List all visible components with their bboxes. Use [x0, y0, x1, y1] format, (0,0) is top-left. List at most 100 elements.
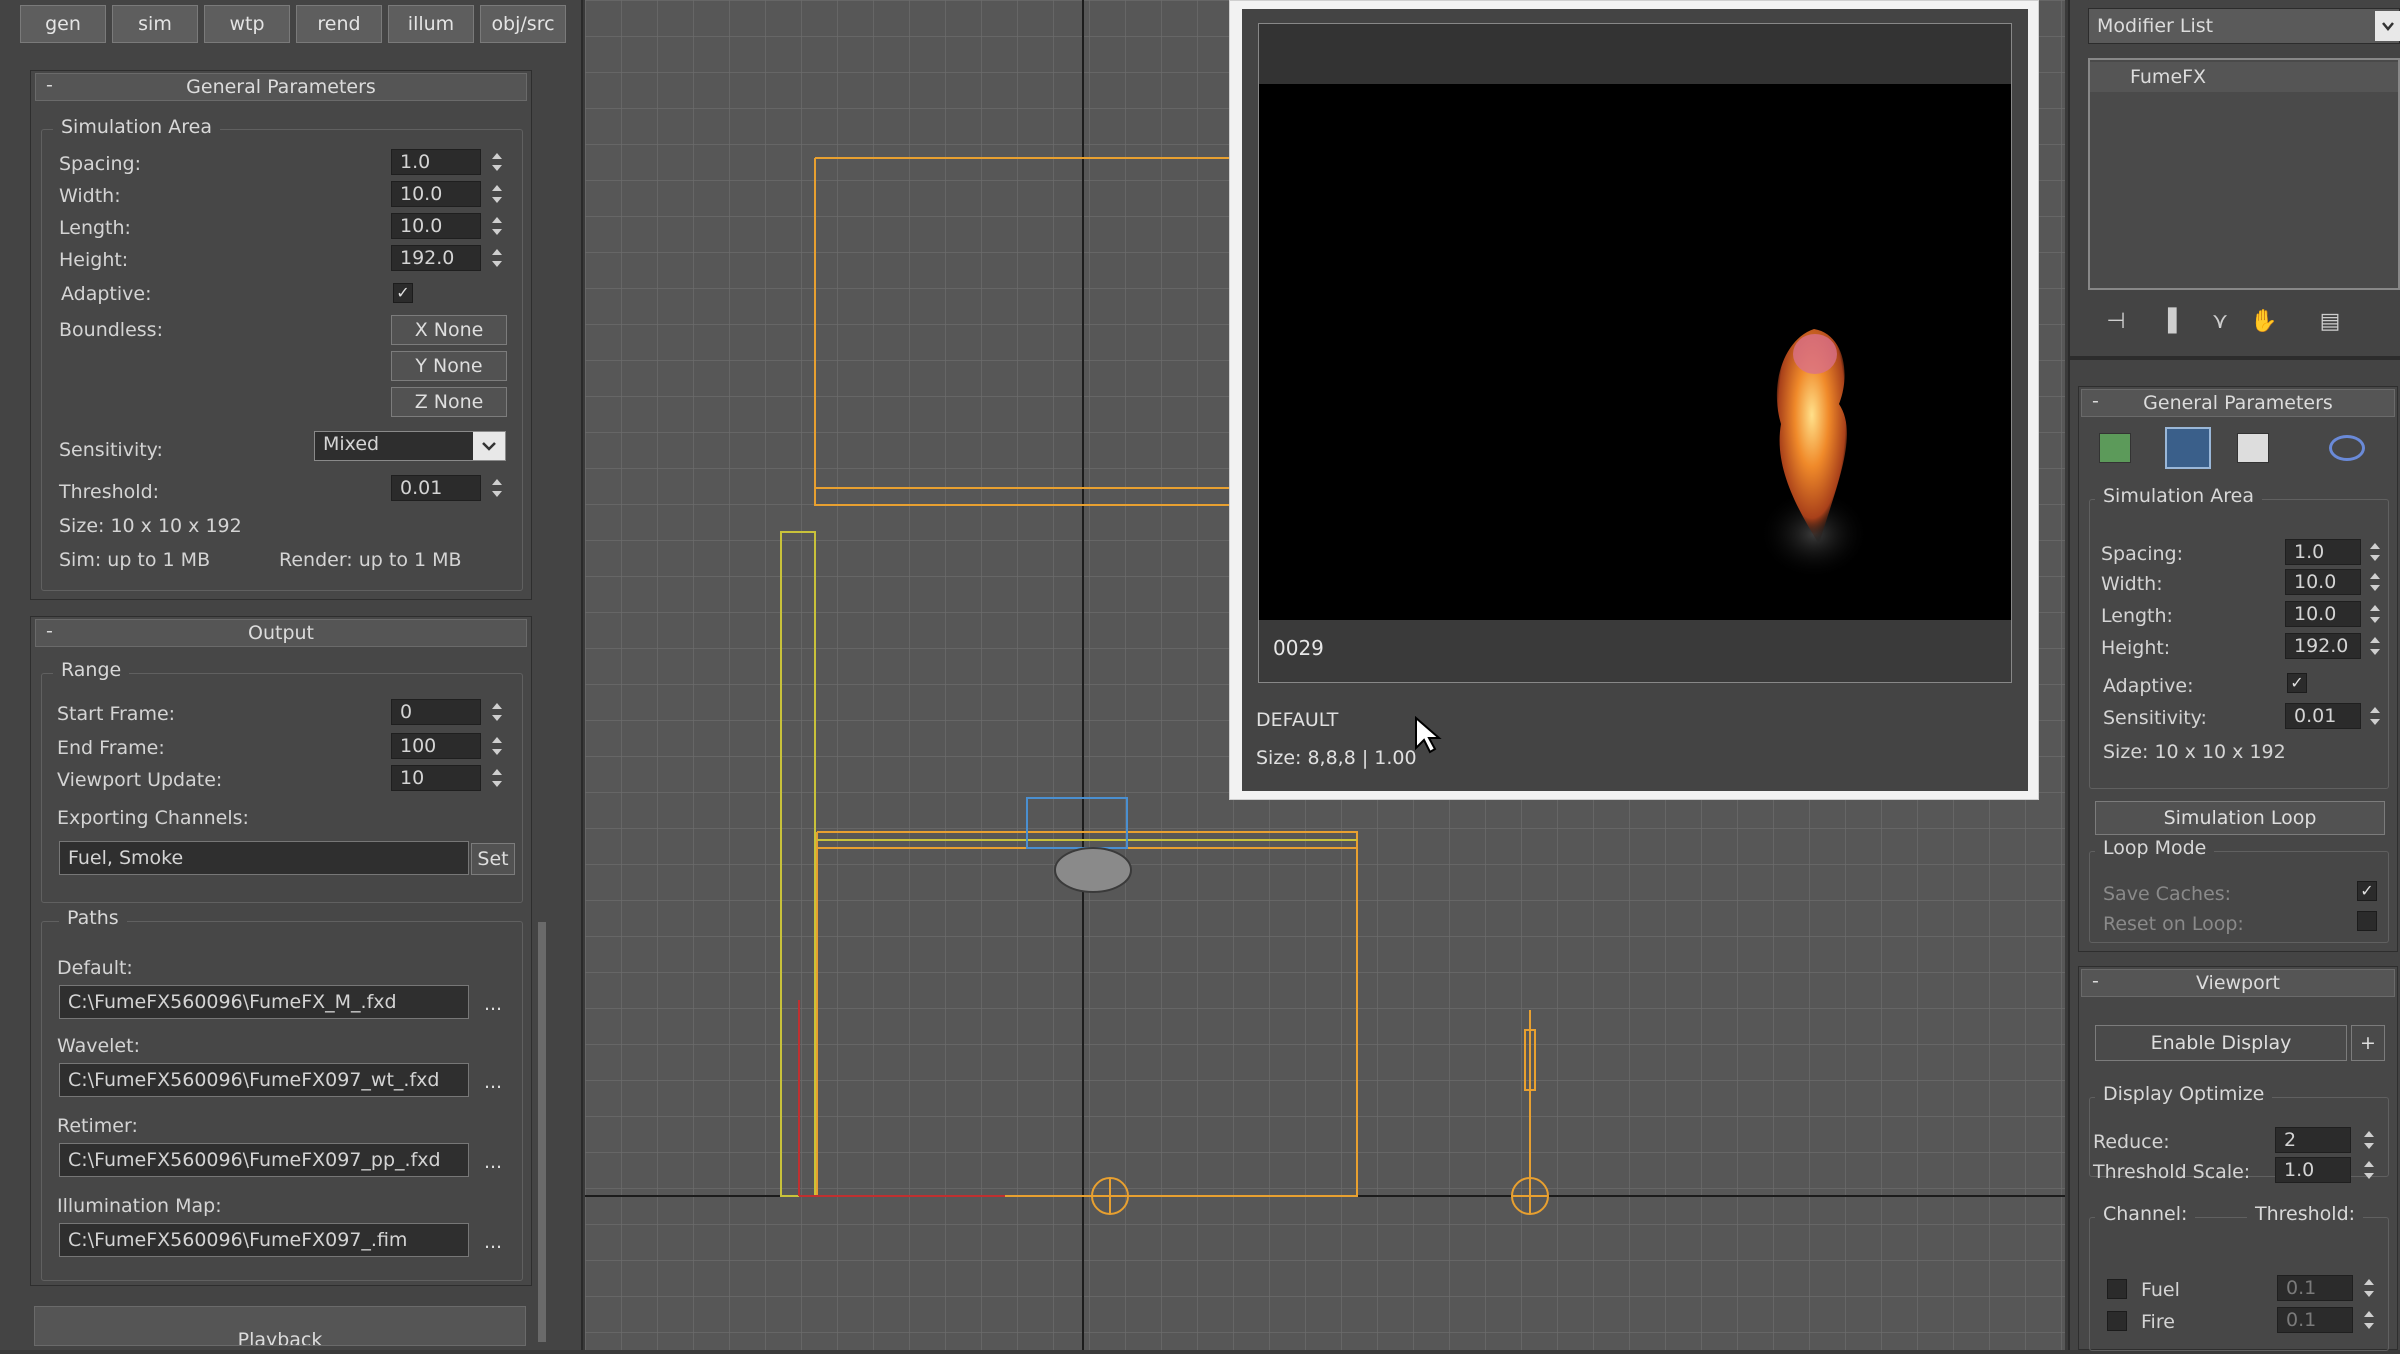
tab-gen[interactable]: gen: [20, 5, 106, 43]
channel-threshold-label: Threshold:: [2247, 1203, 2364, 1225]
playback-title: Playback: [237, 1329, 323, 1346]
threshold-spinner[interactable]: [489, 475, 505, 501]
fire-threshold-field[interactable]: 0.1: [2277, 1307, 2353, 1333]
right-sensitivity-spinner[interactable]: [2367, 703, 2383, 729]
width-spinner[interactable]: [489, 181, 505, 207]
right-height-spinner[interactable]: [2367, 633, 2383, 659]
exporting-channels-field[interactable]: Fuel, Smoke: [59, 841, 469, 875]
clapper-icon[interactable]: [2237, 433, 2269, 463]
width-field[interactable]: 10.0: [391, 181, 481, 207]
playback-header[interactable]: Playback: [34, 1306, 526, 1346]
configure-sets-icon[interactable]: ▤: [2310, 304, 2350, 338]
fire-checkbox[interactable]: [2107, 1311, 2127, 1331]
right-adaptive-checkbox[interactable]: ✓: [2287, 673, 2307, 693]
retimer-path-field[interactable]: C:\FumeFX560096\FumeFX097_pp_.fxd: [59, 1143, 469, 1177]
wavelet-icon[interactable]: [2329, 435, 2365, 461]
reduce-field[interactable]: 2: [2275, 1127, 2351, 1153]
show-end-result-icon[interactable]: ▐: [2148, 304, 2188, 338]
frame-number: 0029: [1273, 636, 1324, 660]
tab-sim[interactable]: sim: [112, 5, 198, 43]
add-display-button[interactable]: +: [2351, 1025, 2385, 1061]
height-spinner[interactable]: [489, 245, 505, 271]
left-command-panel: gen sim wtp rend illum obj/src - General…: [0, 0, 583, 1350]
tab-rend[interactable]: rend: [296, 5, 382, 43]
reduce-spinner[interactable]: [2361, 1127, 2377, 1153]
collapse-icon[interactable]: -: [2092, 390, 2099, 412]
collapse-icon[interactable]: -: [46, 74, 53, 96]
general-parameters-header[interactable]: - General Parameters: [35, 73, 527, 101]
pin-stack-icon[interactable]: ⊣: [2096, 304, 2136, 338]
start-frame-spinner[interactable]: [489, 699, 505, 725]
default-path-field[interactable]: C:\FumeFX560096\FumeFX_M_.fxd: [59, 985, 469, 1019]
remove-modifier-icon[interactable]: ✋: [2244, 304, 2284, 338]
preview-window[interactable]: 0029 DEFAULT Size: 8,8,8 | 1.00: [1229, 0, 2039, 800]
viewport-header[interactable]: - Viewport: [2081, 969, 2395, 997]
spacing-field[interactable]: 1.0: [391, 149, 481, 175]
end-frame-field[interactable]: 100: [391, 733, 481, 759]
tab-obj-src[interactable]: obj/src: [480, 5, 566, 43]
spacing-spinner[interactable]: [489, 149, 505, 175]
wavelet-path-field[interactable]: C:\FumeFX560096\FumeFX097_wt_.fxd: [59, 1063, 469, 1097]
height-field[interactable]: 192.0: [391, 245, 481, 271]
left-panel-scrollbar[interactable]: [538, 922, 546, 1342]
grid-icon[interactable]: [2165, 427, 2211, 469]
set-button[interactable]: Set: [471, 843, 515, 875]
fire-threshold-spinner[interactable]: [2361, 1307, 2377, 1333]
chevron-down-icon[interactable]: [2375, 11, 2400, 41]
save-caches-checkbox[interactable]: ✓: [2357, 881, 2377, 901]
fuel-threshold-field[interactable]: 0.1: [2277, 1275, 2353, 1301]
right-sensitivity-field[interactable]: 0.01: [2285, 703, 2361, 729]
tab-illum[interactable]: illum: [388, 5, 474, 43]
right-length-field[interactable]: 10.0: [2285, 601, 2361, 627]
length-spinner[interactable]: [489, 213, 505, 239]
make-unique-icon[interactable]: ⋎: [2200, 304, 2240, 338]
adaptive-checkbox[interactable]: ✓: [393, 283, 413, 303]
modifier-stack[interactable]: FumeFX: [2088, 58, 2400, 290]
modifier-list-dropdown[interactable]: Modifier List: [2088, 8, 2400, 44]
length-field[interactable]: 10.0: [391, 213, 481, 239]
illumination-map-field[interactable]: C:\FumeFX560096\FumeFX097_.fim: [59, 1223, 469, 1257]
wavelet-browse-button[interactable]: ...: [475, 1067, 511, 1097]
output-title: Output: [248, 622, 314, 644]
right-adaptive-label: Adaptive:: [2103, 675, 2194, 697]
right-spacing-field[interactable]: 1.0: [2285, 539, 2361, 565]
threshold-scale-field[interactable]: 1.0: [2275, 1157, 2351, 1183]
threshold-scale-spinner[interactable]: [2361, 1157, 2377, 1183]
enable-display-button[interactable]: Enable Display: [2095, 1025, 2347, 1061]
fuel-threshold-spinner[interactable]: [2361, 1275, 2377, 1301]
fuel-checkbox[interactable]: [2107, 1279, 2127, 1299]
stack-item-fumefx[interactable]: FumeFX: [2090, 62, 2398, 92]
x-none-button[interactable]: X None: [391, 315, 507, 345]
end-frame-spinner[interactable]: [489, 733, 505, 759]
tab-wtp[interactable]: wtp: [204, 5, 290, 43]
viewport-update-spinner[interactable]: [489, 765, 505, 791]
image-icon[interactable]: [2099, 433, 2131, 463]
simulation-loop-button[interactable]: Simulation Loop: [2095, 801, 2385, 835]
right-spacing-spinner[interactable]: [2367, 539, 2383, 565]
right-general-parameters-header[interactable]: - General Parameters: [2081, 389, 2395, 417]
reset-on-loop-checkbox[interactable]: [2357, 911, 2377, 931]
perspective-viewport[interactable]: 0029 DEFAULT Size: 8,8,8 | 1.00: [585, 0, 2065, 1350]
viewport-update-field[interactable]: 10: [391, 765, 481, 791]
spacing-label: Spacing:: [59, 153, 141, 175]
output-header[interactable]: - Output: [35, 619, 527, 647]
simulation-area-label: Simulation Area: [53, 116, 220, 138]
right-height-field[interactable]: 192.0: [2285, 633, 2361, 659]
chevron-down-icon[interactable]: [473, 432, 505, 460]
right-length-spinner[interactable]: [2367, 601, 2383, 627]
collapse-icon[interactable]: -: [2092, 970, 2099, 992]
save-caches-label: Save Caches:: [2103, 883, 2232, 905]
start-frame-field[interactable]: 0: [391, 699, 481, 725]
reduce-label: Reduce:: [2093, 1131, 2170, 1153]
collapse-icon[interactable]: -: [46, 620, 53, 642]
length-label: Length:: [59, 217, 131, 239]
retimer-browse-button[interactable]: ...: [475, 1147, 511, 1177]
threshold-field[interactable]: 0.01: [391, 475, 481, 501]
illumination-browse-button[interactable]: ...: [475, 1227, 511, 1257]
right-width-field[interactable]: 10.0: [2285, 569, 2361, 595]
right-width-spinner[interactable]: [2367, 569, 2383, 595]
z-none-button[interactable]: Z None: [391, 387, 507, 417]
y-none-button[interactable]: Y None: [391, 351, 507, 381]
default-browse-button[interactable]: ...: [475, 989, 511, 1019]
preview-size-text: Size: 8,8,8 | 1.00: [1256, 747, 1417, 769]
